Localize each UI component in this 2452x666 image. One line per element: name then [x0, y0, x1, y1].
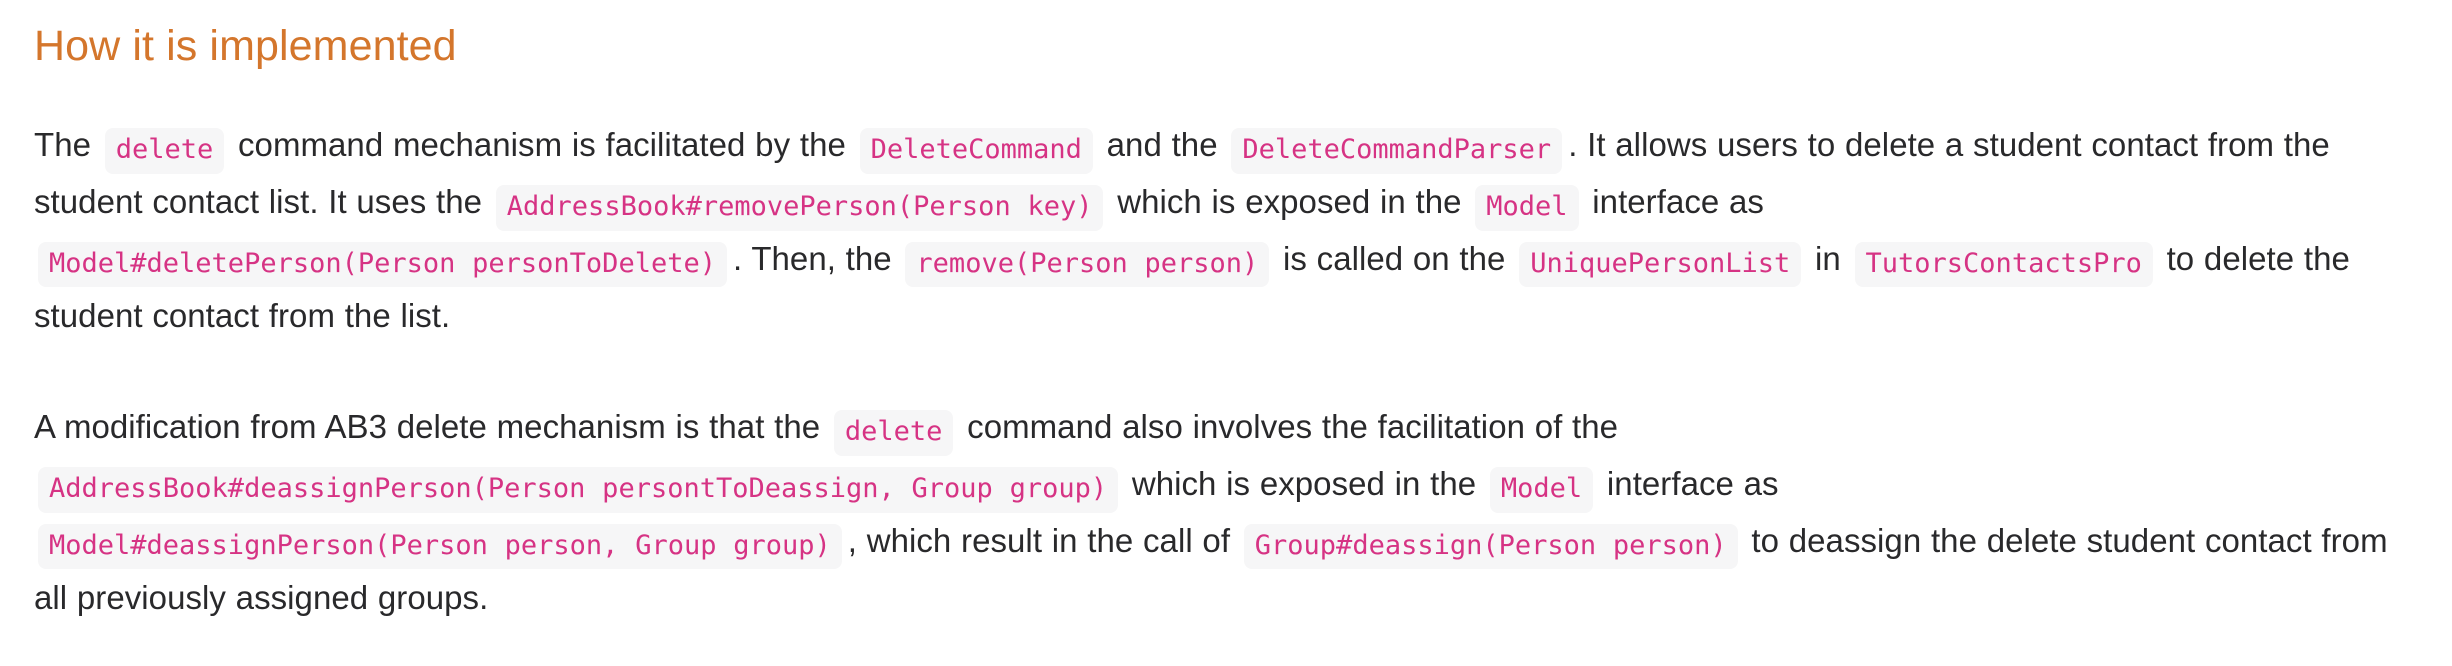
inline-code-span: Model#deletePerson(Person personToDelete… [38, 241, 727, 288]
inline-code-span: remove(Person person) [905, 241, 1270, 288]
inline-code-span: DeleteCommandParser [1231, 128, 1563, 174]
paragraph-ab3-modification: A modification from AB3 delete mechanism… [34, 399, 2418, 626]
paragraph-delete-mechanism-overview: The delete command mechanism is facilita… [34, 117, 2418, 344]
paragraph-text-run: in [1805, 239, 1851, 277]
inline-code-span: Model [1489, 467, 1594, 513]
paragraph-text-run: The [34, 126, 101, 164]
paragraph-text-run: command also involves the facilitation o… [957, 408, 1619, 446]
paragraph-text-run: , which result in the call of [847, 521, 1240, 559]
documentation-section: How it is implemented The delete command… [0, 0, 2452, 626]
paragraph-text-run: interface as [1582, 183, 1764, 221]
inline-code-span: Group#deassign(Person person) [1243, 523, 1738, 570]
inline-code-span: AddressBook#removePerson(Person key) [495, 185, 1104, 231]
inline-code-span: delete [104, 128, 225, 174]
inline-code-span: DeleteCommand [859, 128, 1093, 174]
paragraph-text-run: interface as [1597, 465, 1779, 503]
inline-code-span: Model [1475, 185, 1579, 231]
page-title: How it is implemented [34, 22, 457, 70]
inline-code-span: AddressBook#deassignPerson(Person person… [38, 467, 1119, 513]
inline-code-span: UniquePersonList [1519, 241, 1802, 288]
paragraph-text-run: which is exposed in the [1122, 465, 1486, 503]
paragraph-text-run: and the [1096, 126, 1228, 164]
inline-code-span: delete [833, 410, 954, 456]
paragraph-text-run: command mechanism is facilitated by the [228, 126, 856, 164]
paragraph-text-run: is called on the [1273, 239, 1516, 277]
paragraph-text-run: which is exposed in the [1107, 183, 1472, 221]
paragraph-text-run: A modification from AB3 delete mechanism… [34, 408, 830, 446]
paragraph-text-run: . Then, the [732, 239, 902, 277]
inline-code-span: Model#deassignPerson(Person person, Grou… [38, 523, 842, 570]
inline-code-span: TutorsContactsPro [1854, 241, 2153, 288]
